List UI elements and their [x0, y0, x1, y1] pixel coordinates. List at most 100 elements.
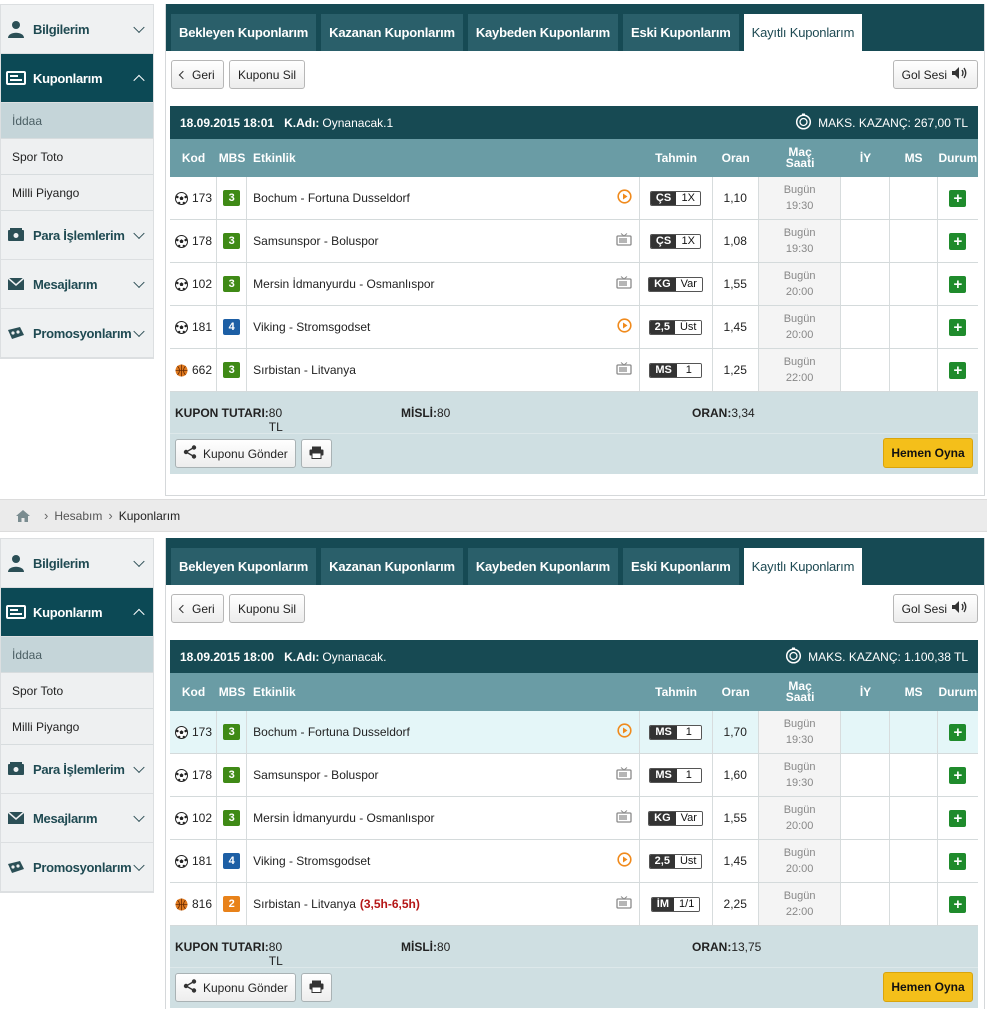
- tab-1[interactable]: Kazanan Kuponlarım: [321, 14, 463, 51]
- sidebar: Bilgilerim Kuponlarım İddaa Spor Toto Milli …: [0, 4, 154, 359]
- live-icon[interactable]: [616, 318, 632, 336]
- total-odds-label: ORAN:: [692, 939, 732, 954]
- table-row[interactable]: 102 3 Mersin İdmanyurdu - Osmanlıspor KG Var…: [170, 797, 978, 840]
- cell-kod: 181: [170, 306, 218, 348]
- sidebar-item-1[interactable]: Kuponlarım: [1, 588, 153, 637]
- coupon-card: 18.09.2015 18:00 K.Adı: Oynanacak. MAKS. KA…: [170, 640, 978, 1008]
- play-now-button[interactable]: Hemen Oyna: [883, 438, 973, 468]
- table-row[interactable]: 662 3 Sırbistan - Litvanya MS 1 1,25 Bugün 22:0…: [170, 349, 978, 392]
- cell-event: Mersin İdmanyurdu - Osmanlıspor: [247, 263, 640, 305]
- table-row[interactable]: 102 3 Mersin İdmanyurdu - Osmanlıspor KG Var…: [170, 263, 978, 306]
- live-icon[interactable]: [616, 852, 632, 870]
- prediction-market: 2,5: [649, 320, 675, 334]
- sidebar-item-1[interactable]: Kuponlarım: [1, 54, 153, 103]
- col-oran: Oran: [721, 150, 750, 165]
- sidebar-item-2[interactable]: Para İşlemlerim: [1, 745, 153, 794]
- sidebar-item-4[interactable]: Promosyonlarım: [1, 309, 153, 358]
- tv-icon[interactable]: [615, 767, 632, 783]
- tab-2[interactable]: Kaybeden Kuponlarım: [467, 548, 619, 585]
- total-odds: 3,34: [731, 405, 755, 420]
- plus-icon[interactable]: +: [949, 723, 967, 741]
- cell-status: +: [938, 263, 978, 305]
- chevron-icon: [133, 608, 145, 621]
- prediction-market: MS: [650, 363, 677, 377]
- goal-sound-button[interactable]: Gol Sesi: [892, 594, 978, 623]
- prediction-badge: İM 1/1: [650, 896, 701, 912]
- send-coupon-button[interactable]: Kuponu Gönder: [175, 439, 296, 468]
- match-time: 19:30: [785, 777, 814, 789]
- table-row[interactable]: 181 4 Viking - Stromsgodset 2,5 Üst 1,45 Bugün…: [170, 306, 978, 349]
- cell-event: Sırbistan - Litvanya (3,5h-6,5h): [247, 883, 640, 925]
- table-row[interactable]: 173 3 Bochum - Fortuna Dusseldorf ÇS 1X 1,10 B…: [170, 177, 978, 220]
- table-row[interactable]: 178 3 Samsunspor - Boluspor ÇS 1X 1,08 Bugün 19…: [170, 220, 978, 263]
- sidebar-item-label: Kuponlarım: [33, 70, 103, 86]
- print-button[interactable]: [301, 973, 332, 1002]
- breadcrumb-link-hesabim[interactable]: Hesabım: [54, 509, 102, 523]
- tv-icon[interactable]: [615, 233, 632, 249]
- goal-sound-button[interactable]: Gol Sesi: [892, 60, 978, 89]
- cell-ms: [890, 711, 938, 753]
- plus-icon[interactable]: +: [949, 766, 967, 784]
- play-now-button[interactable]: Hemen Oyna: [883, 972, 973, 1002]
- plus-icon[interactable]: +: [949, 275, 967, 293]
- print-button[interactable]: [301, 439, 332, 468]
- back-button[interactable]: Geri: [171, 60, 224, 89]
- sidebar-subitem-2[interactable]: Milli Piyango: [1, 709, 153, 745]
- tab-3[interactable]: Eski Kuponlarım: [623, 548, 739, 585]
- match-day: Bugün: [783, 761, 816, 773]
- sidebar-subitem-1[interactable]: Spor Toto: [1, 673, 153, 709]
- tab-0[interactable]: Bekleyen Kuponlarım: [171, 14, 317, 51]
- table-row[interactable]: 816 2 Sırbistan - Litvanya (3,5h-6,5h) İM 1/1…: [170, 883, 978, 926]
- plus-icon[interactable]: +: [949, 232, 967, 250]
- mbs-badge: 3: [223, 810, 241, 826]
- basketball-icon: [175, 364, 188, 377]
- prediction-market: ÇS: [650, 234, 677, 248]
- prediction-pick: 1: [676, 725, 701, 739]
- plus-icon[interactable]: +: [949, 189, 967, 207]
- plus-icon[interactable]: +: [949, 318, 967, 336]
- sidebar-item-2[interactable]: Para İşlemlerim: [1, 211, 153, 260]
- live-icon[interactable]: [616, 723, 632, 741]
- cell-prediction: İM 1/1: [640, 883, 713, 925]
- cell-odds: 1,25: [713, 349, 759, 391]
- table-row[interactable]: 181 4 Viking - Stromsgodset 2,5 Üst 1,45 Bugün…: [170, 840, 978, 883]
- plus-icon[interactable]: +: [949, 895, 967, 913]
- send-coupon-button[interactable]: Kuponu Gönder: [175, 973, 296, 1002]
- event-code: 816: [192, 897, 213, 911]
- table-header: Kod MBS Etkinlik Tahmin Oran Maç Saati İY MS Duru…: [170, 139, 978, 177]
- chevron-icon: [133, 227, 145, 240]
- delete-coupon-button[interactable]: Kuponu Sil: [229, 60, 306, 89]
- sidebar-item-4[interactable]: Promosyonlarım: [1, 843, 153, 892]
- event-code: 102: [192, 811, 213, 825]
- plus-icon[interactable]: +: [949, 852, 967, 870]
- tab-2[interactable]: Kaybeden Kuponlarım: [467, 14, 619, 51]
- sidebar-item-3[interactable]: Mesajlarım: [1, 260, 153, 309]
- cell-kod: 178: [170, 754, 218, 796]
- delete-coupon-button[interactable]: Kuponu Sil: [229, 594, 306, 623]
- back-button[interactable]: Geri: [171, 594, 224, 623]
- plus-icon[interactable]: +: [949, 809, 967, 827]
- sidebar-subitem-0[interactable]: İddaa: [1, 637, 153, 673]
- sidebar-subitem-2[interactable]: Milli Piyango: [1, 175, 153, 211]
- sidebar-subitem-1[interactable]: Spor Toto: [1, 139, 153, 175]
- sidebar-subitem-0[interactable]: İddaa: [1, 103, 153, 139]
- table-row[interactable]: 173 3 Bochum - Fortuna Dusseldorf MS 1 1,70 Bu…: [170, 711, 978, 754]
- tv-icon[interactable]: [615, 810, 632, 826]
- plus-icon[interactable]: +: [949, 361, 967, 379]
- match-time: 19:30: [785, 734, 814, 746]
- tv-icon[interactable]: [615, 362, 632, 378]
- tab-1[interactable]: Kazanan Kuponlarım: [321, 548, 463, 585]
- sidebar-item-0[interactable]: Bilgilerim: [1, 539, 153, 588]
- live-icon[interactable]: [616, 189, 632, 207]
- table-row[interactable]: 178 3 Samsunspor - Boluspor MS 1 1,60 Bugün 19:…: [170, 754, 978, 797]
- sidebar-item-0[interactable]: Bilgilerim: [1, 5, 153, 54]
- tv-icon[interactable]: [615, 896, 632, 912]
- tv-icon[interactable]: [615, 276, 632, 292]
- cell-odds: 1,70: [713, 711, 759, 753]
- tab-4[interactable]: Kayıtlı Kuponlarım: [743, 548, 863, 585]
- tab-3[interactable]: Eski Kuponlarım: [623, 14, 739, 51]
- home-icon[interactable]: [16, 509, 30, 522]
- sidebar-item-3[interactable]: Mesajlarım: [1, 794, 153, 843]
- tab-4[interactable]: Kayıtlı Kuponlarım: [743, 14, 863, 51]
- tab-0[interactable]: Bekleyen Kuponlarım: [171, 548, 317, 585]
